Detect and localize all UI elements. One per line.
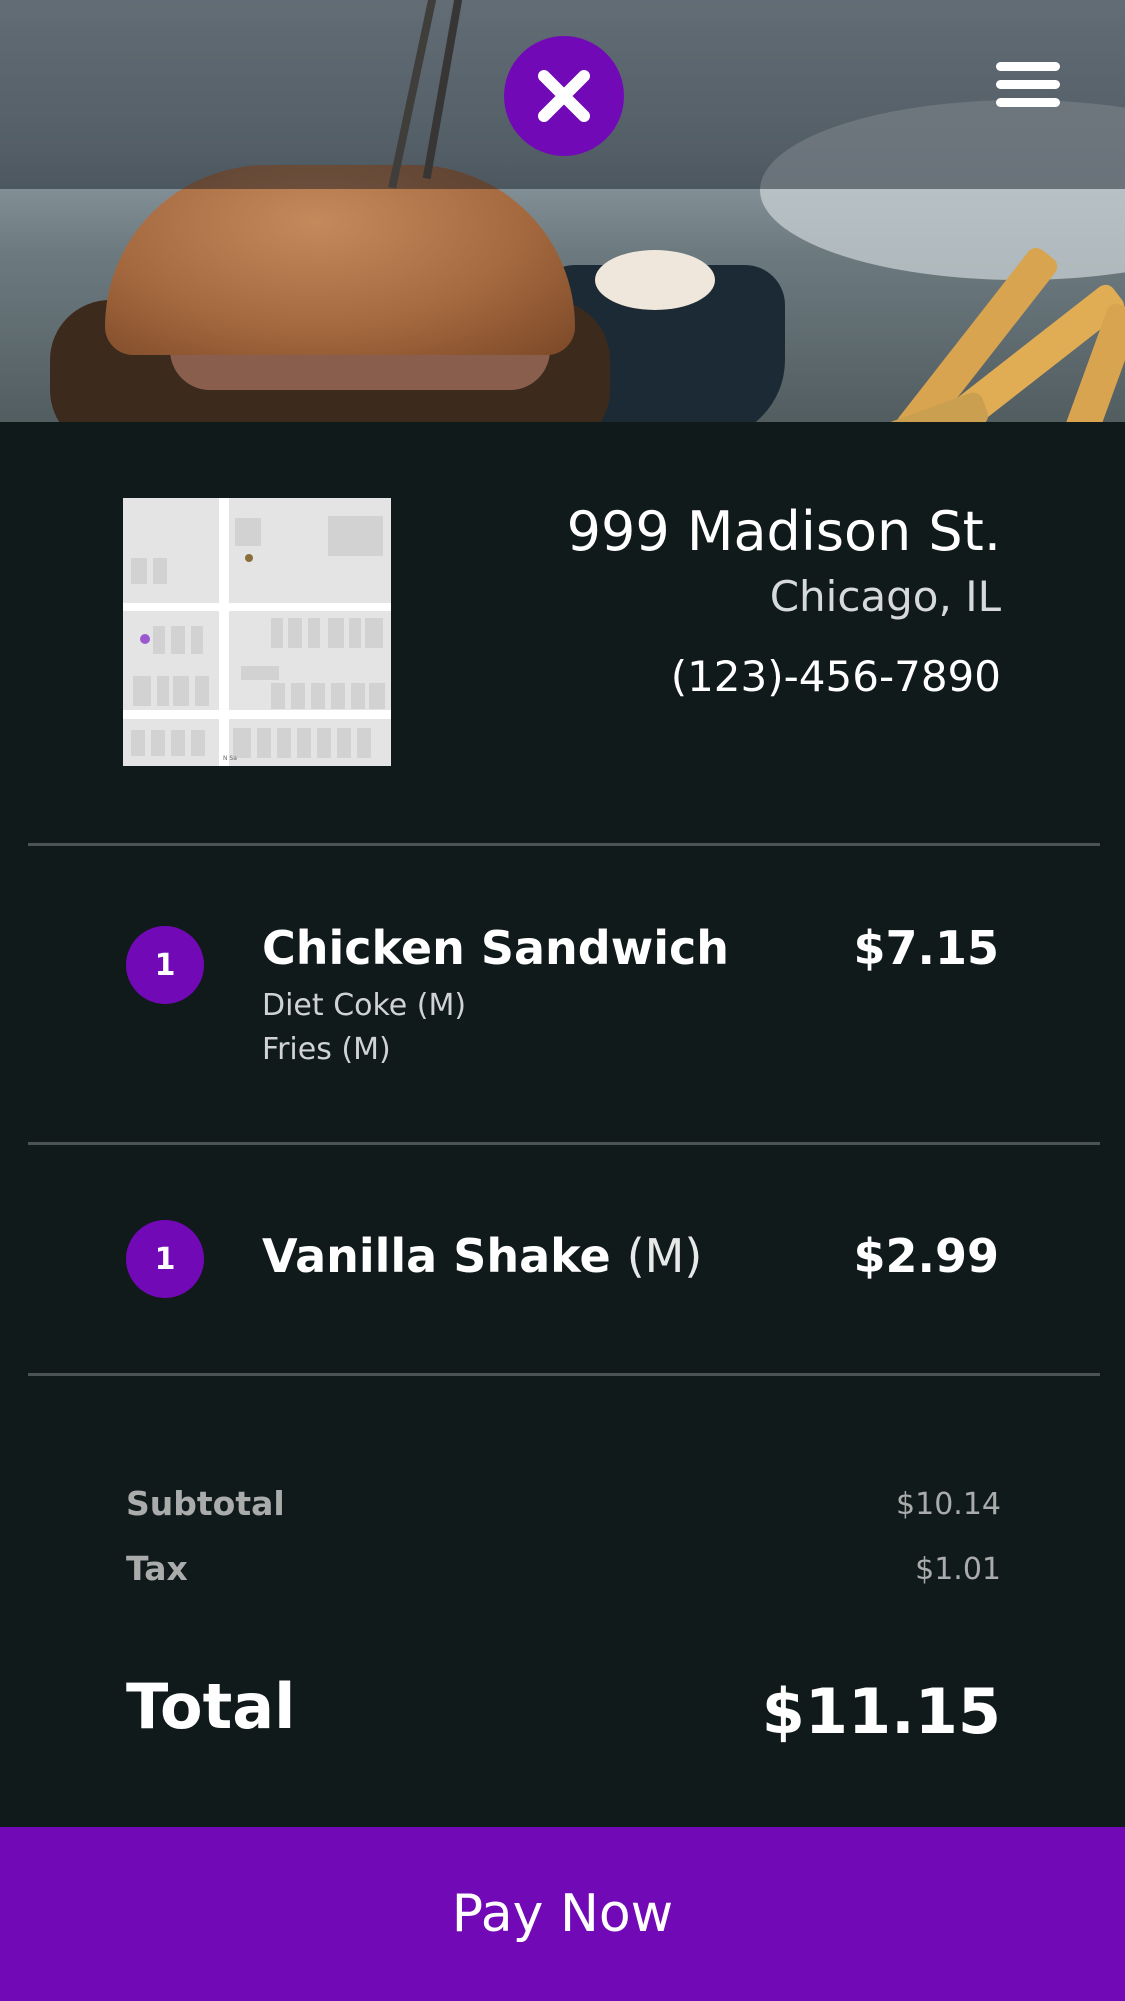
item-name-text: Vanilla Shake bbox=[262, 1229, 611, 1283]
item-name-text: Chicken Sandwich bbox=[262, 921, 729, 975]
item-name: Chicken Sandwich bbox=[262, 921, 729, 975]
divider bbox=[28, 1142, 1100, 1145]
item-size: (M) bbox=[626, 1229, 703, 1283]
hamburger-menu-icon-bar bbox=[996, 98, 1060, 107]
close-icon bbox=[538, 70, 590, 122]
menu-button[interactable] bbox=[996, 62, 1060, 112]
close-button[interactable] bbox=[504, 36, 624, 156]
item-quantity-badge[interactable]: 1 bbox=[126, 1220, 204, 1298]
subtotal-label: Subtotal bbox=[126, 1484, 285, 1523]
hamburger-menu-icon-bar bbox=[996, 80, 1060, 89]
restaurant-street: 999 Madison St. bbox=[566, 500, 1001, 563]
divider bbox=[28, 843, 1100, 846]
bun-shape bbox=[105, 165, 575, 355]
total-value: $11.15 bbox=[761, 1675, 1001, 1748]
total-label: Total bbox=[126, 1670, 296, 1743]
pay-now-button[interactable]: Pay Now bbox=[0, 1827, 1125, 2001]
item-price: $2.99 bbox=[853, 1229, 999, 1283]
tax-label: Tax bbox=[126, 1549, 188, 1588]
item-modifier: Fries (M) bbox=[262, 1032, 391, 1067]
sauce-shape bbox=[595, 250, 715, 310]
map-thumbnail[interactable]: N Sa bbox=[123, 498, 391, 766]
divider bbox=[28, 1373, 1100, 1376]
item-quantity-badge[interactable]: 1 bbox=[126, 926, 204, 1004]
item-name: Vanilla Shake (M) bbox=[262, 1229, 702, 1283]
svg-text:N Sa: N Sa bbox=[223, 755, 237, 762]
map-icon: N Sa bbox=[123, 498, 391, 766]
restaurant-city: Chicago, IL bbox=[769, 572, 1001, 621]
hamburger-menu-icon-bar bbox=[996, 62, 1060, 71]
item-price: $7.15 bbox=[853, 921, 999, 975]
subtotal-value: $10.14 bbox=[896, 1487, 1001, 1522]
restaurant-phone[interactable]: (123)-456-7890 bbox=[671, 652, 1001, 701]
tax-value: $1.01 bbox=[915, 1552, 1001, 1587]
item-modifier: Diet Coke (M) bbox=[262, 988, 467, 1023]
